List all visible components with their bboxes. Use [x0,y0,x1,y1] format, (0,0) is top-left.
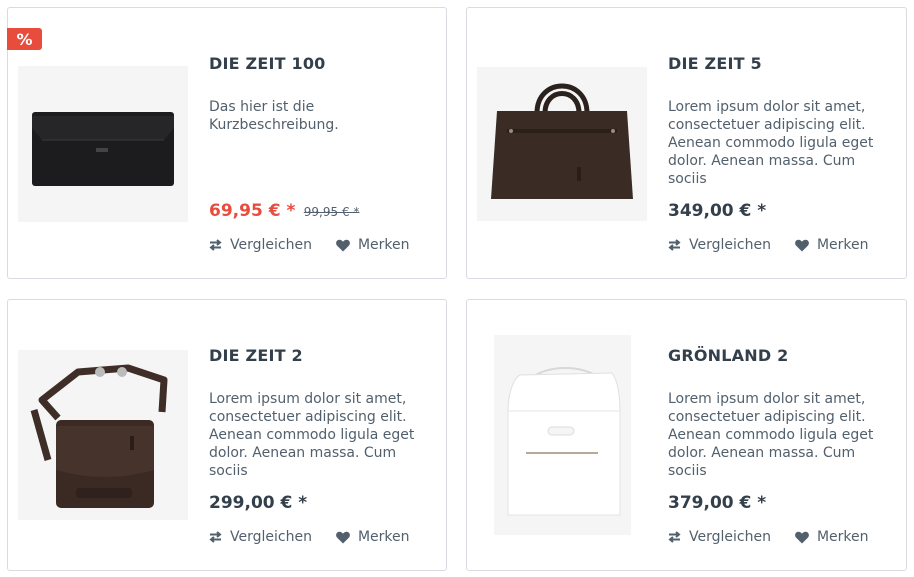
wishlist-label: Merken [357,529,410,545]
wishlist-label: Merken [816,529,869,545]
price-row: 379,00 € * [668,493,766,513]
product-description: Lorem ipsum dolor sit amet, consectetuer… [209,391,415,479]
original-price: 99,95 € * [303,205,360,219]
wishlist-label: Merken [357,237,410,253]
wishlist-button[interactable]: Merken [336,529,410,545]
product-actions: Vergleichen Merken [668,529,869,545]
compare-arrows-icon [668,531,681,543]
heart-icon [336,531,350,543]
price-row: 299,00 € * [209,493,307,513]
heart-icon [336,239,350,251]
price-row: 349,00 € * [668,201,766,221]
product-description: Das hier ist die Kurzbeschreibung. [209,99,339,133]
product-description: Lorem ipsum dolor sit amet, consectetuer… [668,99,874,187]
product-title[interactable]: GRÖNLAND 2 [668,346,788,365]
product-price: 379,00 € * [668,493,767,513]
compare-button[interactable]: Vergleichen [209,237,312,253]
product-card: GRÖNLAND 2 Lorem ipsum dolor sit amet, c… [466,299,907,571]
clutch-image [18,66,188,222]
price-row: 69,95 € * 99,95 € * [209,201,359,221]
compare-label: Vergleichen [230,529,312,545]
compare-button[interactable]: Vergleichen [668,529,771,545]
compare-arrows-icon [209,239,222,251]
wishlist-button[interactable]: Merken [795,529,869,545]
compare-button[interactable]: Vergleichen [209,529,312,545]
product-card: DIE ZEIT 2 Lorem ipsum dolor sit amet, c… [7,299,447,571]
compare-label: Vergleichen [230,237,312,253]
product-actions: Vergleichen Merken [668,237,869,253]
product-card: DIE ZEIT 5 Lorem ipsum dolor sit amet, c… [466,7,907,279]
wishlist-label: Merken [816,237,869,253]
heart-icon [795,531,809,543]
compare-button[interactable]: Vergleichen [668,237,771,253]
product-actions: Vergleichen Merken [209,237,410,253]
product-title[interactable]: DIE ZEIT 5 [668,54,762,73]
compare-arrows-icon [209,531,222,543]
product-title[interactable]: DIE ZEIT 2 [209,346,303,365]
product-price: 299,00 € * [209,493,308,513]
wishlist-button[interactable]: Merken [336,237,410,253]
product-image[interactable] [477,67,647,221]
tote-bag-image [494,335,631,535]
briefcase-image [477,67,647,221]
messenger-bag-image [18,350,188,520]
product-image[interactable] [18,350,188,520]
product-price: 349,00 € * [668,201,767,221]
product-image[interactable] [18,66,188,222]
product-description: Lorem ipsum dolor sit amet, consectetuer… [668,391,874,479]
compare-label: Vergleichen [689,529,771,545]
discount-badge: % [7,28,42,50]
product-image[interactable] [494,335,631,535]
sale-price: 69,95 € * [209,201,296,221]
compare-arrows-icon [668,239,681,251]
compare-label: Vergleichen [689,237,771,253]
heart-icon [795,239,809,251]
product-actions: Vergleichen Merken [209,529,410,545]
product-card: % DIE ZEIT 100 Das hier ist die Kurzbesc… [7,7,447,279]
wishlist-button[interactable]: Merken [795,237,869,253]
product-title[interactable]: DIE ZEIT 100 [209,54,326,73]
